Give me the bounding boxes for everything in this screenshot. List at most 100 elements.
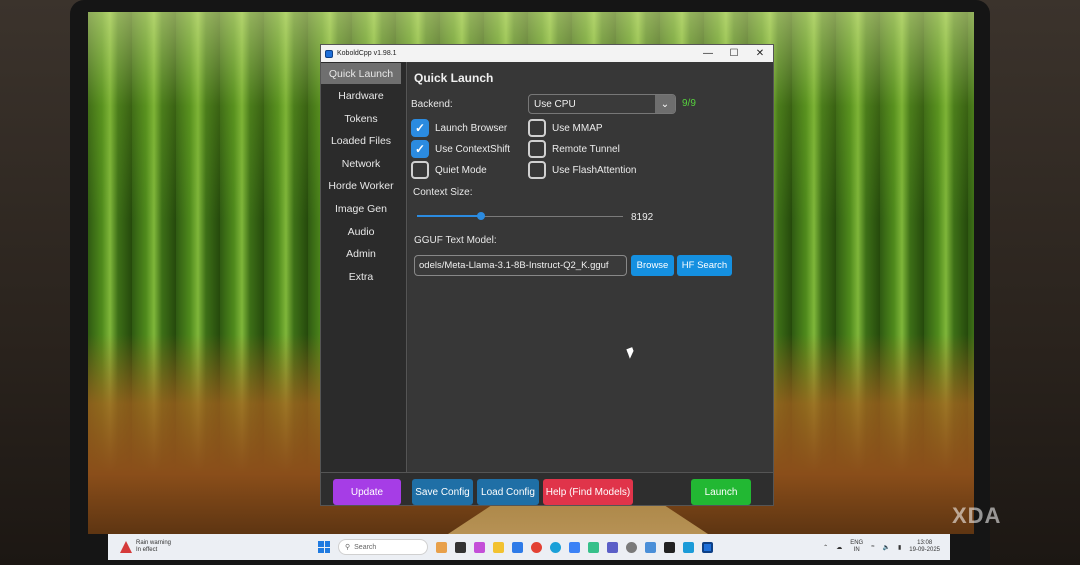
- edge-icon[interactable]: [550, 541, 561, 553]
- koboldcpp-window: KoboldCpp v1.98.1 — ☐ ✕ Quick Launch Har…: [320, 44, 774, 506]
- volume-icon[interactable]: 🔈: [883, 544, 890, 551]
- weather-text: Rain warning In effect: [136, 540, 171, 554]
- checkbox-label: Use FlashAttention: [552, 164, 637, 176]
- backend-select[interactable]: Use CPU ⌄: [528, 94, 676, 114]
- checkbox-label: Remote Tunnel: [552, 143, 620, 155]
- checkbox-label: Launch Browser: [435, 122, 508, 134]
- region-code: IN: [853, 547, 860, 553]
- xda-watermark: XDA: [952, 503, 1002, 528]
- mail-icon[interactable]: [569, 541, 580, 553]
- wifi-icon[interactable]: ≈: [871, 544, 874, 550]
- context-size-slider[interactable]: [417, 212, 623, 220]
- mouse-cursor-icon: [626, 347, 636, 359]
- sidebar-item-admin[interactable]: Admin: [321, 244, 401, 265]
- slack-icon[interactable]: [683, 541, 694, 553]
- check-icon: ✓: [411, 140, 429, 158]
- search-placeholder: Search: [354, 543, 377, 551]
- maximize-button[interactable]: ☐: [721, 45, 747, 62]
- checkbox-box: [528, 140, 546, 158]
- sidebar-item-hardware[interactable]: Hardware: [321, 86, 401, 107]
- slider-fill: [417, 215, 481, 217]
- koboldcpp-taskbar-icon[interactable]: [702, 541, 713, 553]
- battery-icon[interactable]: ▮: [898, 544, 901, 551]
- load-config-button[interactable]: Load Config: [477, 479, 539, 505]
- use-mmap-checkbox[interactable]: Use MMAP: [528, 119, 603, 137]
- title-bar[interactable]: KoboldCpp v1.98.1 — ☐ ✕: [321, 45, 773, 62]
- help-find-models-button[interactable]: Help (Find Models): [543, 479, 633, 505]
- quiet-mode-checkbox[interactable]: Quiet Mode: [411, 161, 487, 179]
- backend-value: Use CPU: [534, 98, 576, 110]
- sidebar-item-tokens[interactable]: Tokens: [321, 108, 401, 129]
- checkbox-box: [411, 161, 429, 179]
- task-view-icon[interactable]: [455, 541, 466, 553]
- launch-button[interactable]: Launch: [691, 479, 751, 505]
- cloud-icon[interactable]: ☁: [836, 544, 842, 551]
- model-path-input[interactable]: odels/Meta-Llama-3.1-8B-Instruct-Q2_K.gg…: [414, 255, 627, 276]
- taskbar: Rain warning In effect ⚲ Search ⌃ ☁ ENG …: [108, 534, 950, 560]
- use-flashattention-checkbox[interactable]: Use FlashAttention: [528, 161, 637, 179]
- taskbar-search[interactable]: ⚲ Search: [338, 539, 428, 555]
- checkbox-box: [528, 161, 546, 179]
- sidebar-item-image-gen[interactable]: Image Gen: [321, 199, 401, 220]
- window-title: KoboldCpp v1.98.1: [337, 50, 397, 57]
- weather-title: Rain warning: [136, 540, 172, 546]
- window-controls: — ☐ ✕: [695, 45, 773, 62]
- minimize-button[interactable]: —: [695, 45, 721, 62]
- teams-icon[interactable]: [607, 541, 618, 553]
- checkbox-label: Use MMAP: [552, 122, 603, 134]
- context-size-label: Context Size:: [413, 187, 473, 198]
- sidebar-item-loaded-files[interactable]: Loaded Files: [321, 131, 401, 152]
- sidebar: Quick Launch Hardware Tokens Loaded File…: [321, 62, 407, 472]
- chevron-up-icon[interactable]: ⌃: [823, 544, 828, 551]
- clock-time: 13:08: [917, 540, 933, 546]
- context-size-value: 8192: [631, 212, 654, 223]
- chevron-down-icon[interactable]: ⌄: [655, 95, 675, 113]
- widgets-icon[interactable]: [436, 541, 447, 553]
- page-title: Quick Launch: [414, 71, 494, 85]
- save-config-button[interactable]: Save Config: [412, 479, 473, 505]
- footer-bar: Update Save Config Load Config Help (Fin…: [321, 472, 773, 505]
- quick-launch-panel: Quick Launch Backend: Use CPU ⌄ 9/9 ✓ La…: [408, 62, 773, 472]
- settings-gear-icon[interactable]: [626, 541, 637, 553]
- store-icon[interactable]: [512, 541, 523, 553]
- slider-thumb[interactable]: [476, 212, 485, 220]
- clock-date: 19-09-2025: [909, 547, 940, 553]
- weather-widget[interactable]: Rain warning In effect: [108, 540, 308, 554]
- checkbox-label: Quiet Mode: [435, 164, 487, 176]
- clock[interactable]: 13:08 19-09-2025: [909, 540, 940, 554]
- file-explorer-icon[interactable]: [493, 541, 504, 553]
- language-code: ENG: [850, 540, 864, 546]
- sidebar-item-extra[interactable]: Extra: [321, 266, 401, 287]
- close-button[interactable]: ✕: [747, 45, 773, 62]
- terminal-icon[interactable]: [664, 541, 675, 553]
- taskbar-apps: ⚲ Search: [318, 539, 713, 555]
- windows-start-icon[interactable]: [318, 541, 330, 553]
- sidebar-item-audio[interactable]: Audio: [321, 221, 401, 242]
- update-button[interactable]: Update: [333, 479, 401, 505]
- sidebar-item-horde-worker[interactable]: Horde Worker: [321, 176, 401, 197]
- photo-scene: KoboldCpp v1.98.1 — ☐ ✕ Quick Launch Har…: [0, 0, 1080, 565]
- gguf-model-label: GGUF Text Model:: [414, 235, 497, 246]
- backend-label: Backend:: [411, 99, 453, 110]
- search-icon: ⚲: [345, 544, 351, 551]
- weather-subtitle: In effect: [136, 547, 158, 553]
- sidebar-item-quick-launch[interactable]: Quick Launch: [321, 63, 401, 84]
- app-icon: [325, 49, 333, 58]
- system-tray: ⌃ ☁ ENG IN ≈ 🔈 ▮ 13:08 19-09-2025: [823, 540, 940, 554]
- use-contextshift-checkbox[interactable]: ✓ Use ContextShift: [411, 140, 510, 158]
- checkbox-label: Use ContextShift: [435, 143, 511, 155]
- launch-browser-checkbox[interactable]: ✓ Launch Browser: [411, 119, 507, 137]
- notepad-icon[interactable]: [588, 541, 599, 553]
- sidebar-item-network[interactable]: Network: [321, 153, 401, 174]
- check-icon: ✓: [411, 119, 429, 137]
- copilot-icon[interactable]: [474, 541, 485, 553]
- app-icon-generic[interactable]: [645, 541, 656, 553]
- language-indicator[interactable]: ENG IN: [850, 540, 863, 554]
- hf-search-button[interactable]: HF Search: [677, 255, 732, 276]
- checkbox-box: [528, 119, 546, 137]
- backend-count: 9/9: [682, 98, 696, 109]
- remote-tunnel-checkbox[interactable]: Remote Tunnel: [528, 140, 620, 158]
- warning-icon: [120, 541, 132, 553]
- chrome-icon[interactable]: [531, 541, 542, 553]
- browse-button[interactable]: Browse: [631, 255, 674, 276]
